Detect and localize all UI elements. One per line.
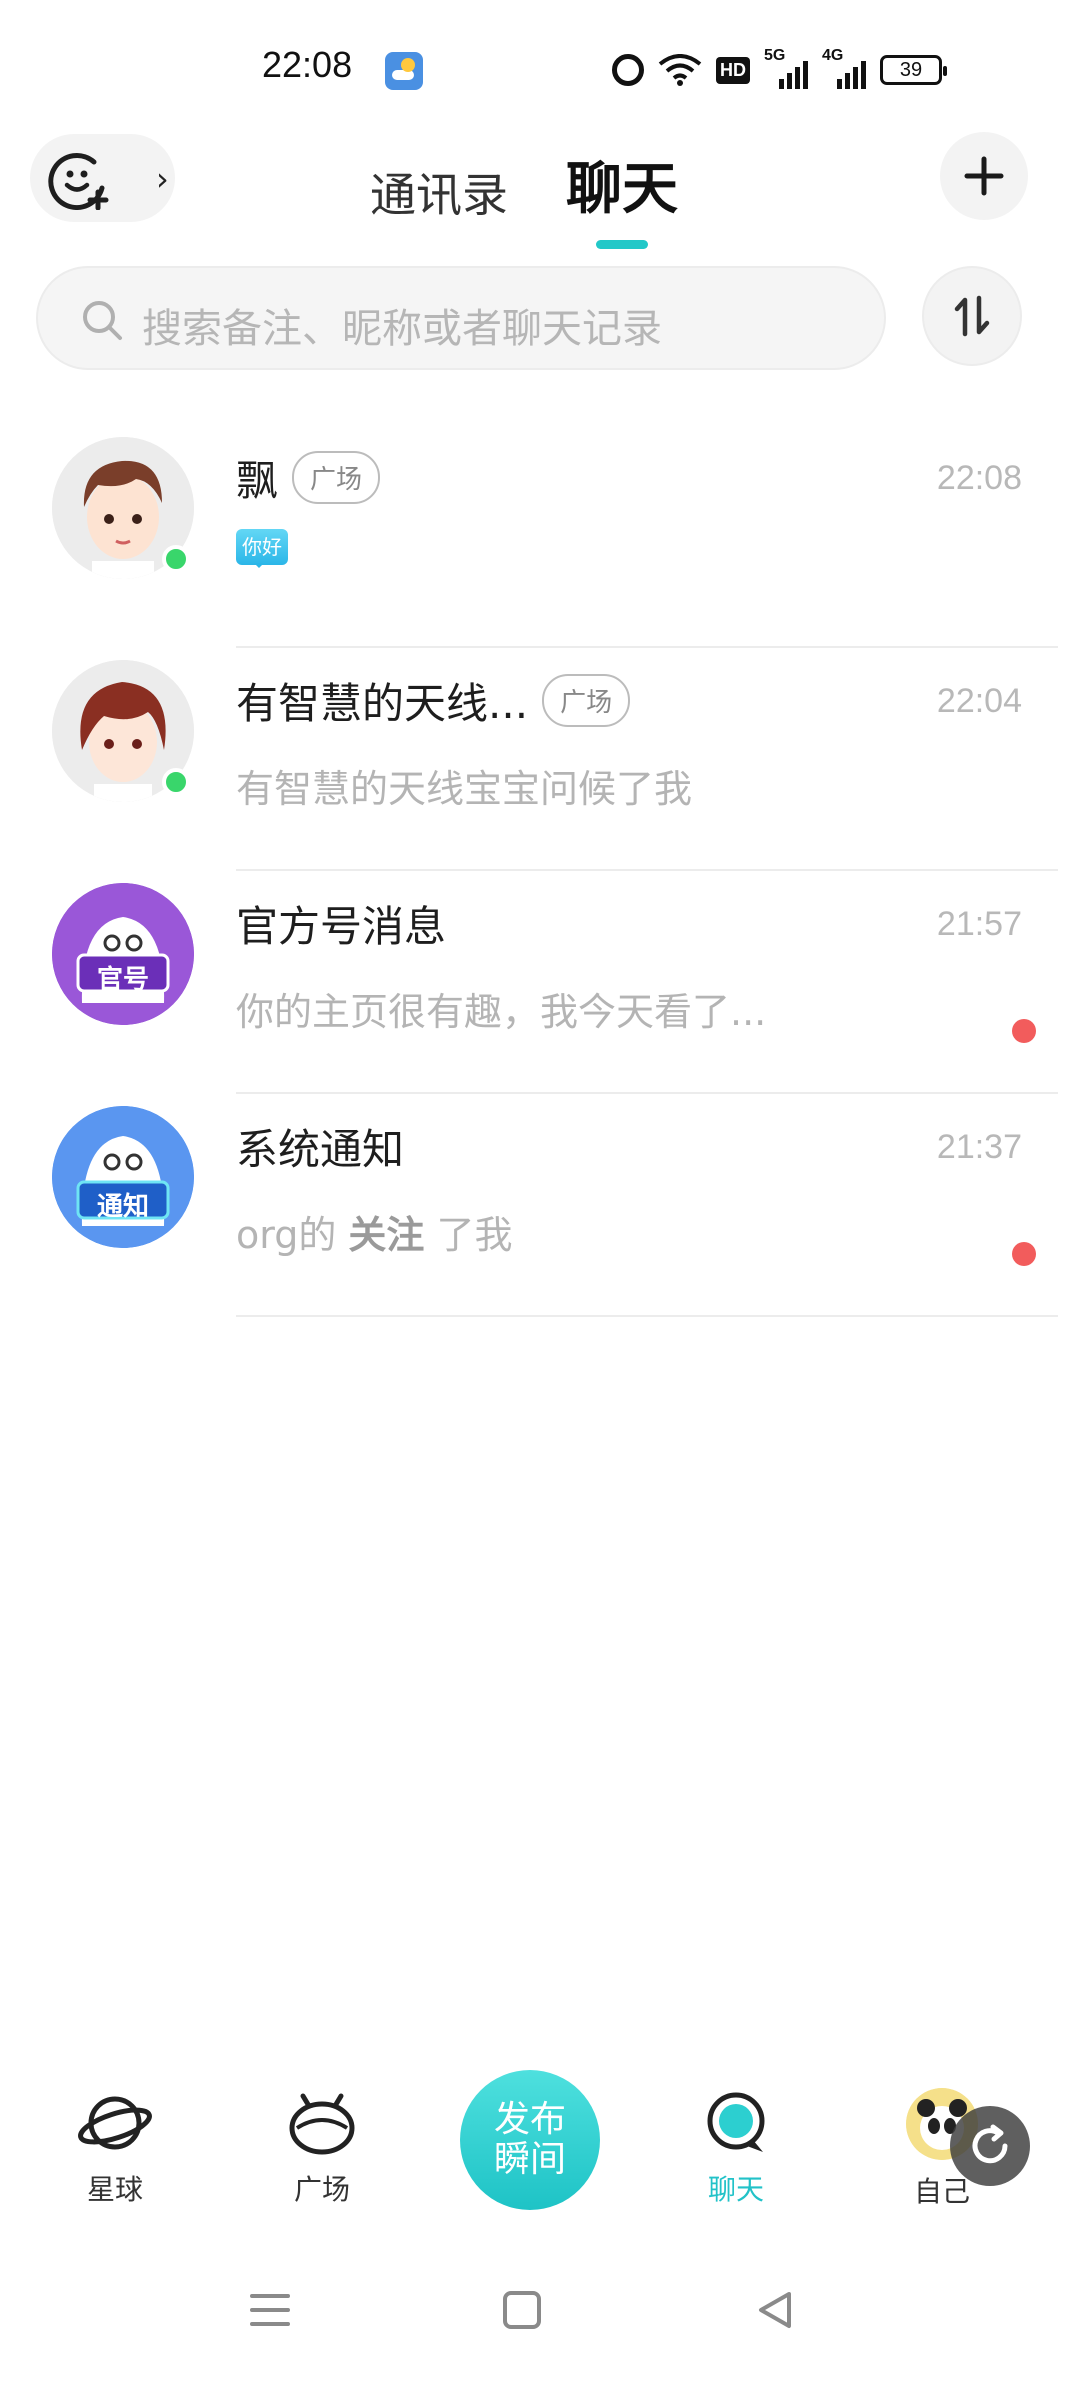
chat-list: 飘 广场 22:08 你好 有智慧的天线... 广场 22:04 有智慧的天线宝… xyxy=(0,425,1080,1317)
wifi-icon xyxy=(658,54,702,86)
square-icon xyxy=(289,2093,355,2155)
publish-label-line1: 发布 xyxy=(493,2099,566,2140)
hd-badge: HD xyxy=(716,56,750,84)
chat-time: 22:04 xyxy=(936,682,1022,720)
smiley-plus-icon xyxy=(48,153,109,210)
weather-icon xyxy=(385,52,423,90)
source-tag: 广场 xyxy=(292,451,381,504)
chat-preview: 你的主页很有趣，我今天看了... xyxy=(236,990,767,1034)
nav-planet[interactable]: 星球 xyxy=(45,2088,185,2208)
sort-button[interactable] xyxy=(922,266,1022,366)
status-time: 22:08 xyxy=(262,44,353,85)
status-bar: 22:08 HD 5G 4G 39 xyxy=(0,0,1080,110)
battery-icon: 39 xyxy=(880,55,947,85)
system-nav-bar xyxy=(0,2240,1080,2400)
chat-name: 飘 xyxy=(236,456,279,505)
unread-indicator xyxy=(1012,1242,1036,1266)
alarm-icon xyxy=(612,54,644,86)
chat-name: 官方号消息 xyxy=(236,902,447,951)
source-tag: 广场 xyxy=(542,674,631,727)
chat-preview: org的 关注 了我 xyxy=(236,1204,513,1259)
online-indicator xyxy=(162,545,190,573)
search-placeholder: 搜索备注、昵称或者聊天记录 xyxy=(142,306,662,352)
preview-suffix: 了我 xyxy=(424,1213,513,1257)
header-tabs: 通讯录 聊天 xyxy=(370,144,678,225)
chat-name: 系统通知 xyxy=(236,1125,405,1174)
tab-contacts[interactable]: 通讯录 xyxy=(370,159,508,225)
chat-item-official[interactable]: 官号 官方号消息 21:57 你的主页很有趣，我今天看了... xyxy=(0,871,1080,1094)
nav-chat[interactable]: 聊天 xyxy=(666,2088,806,2208)
menu-icon[interactable] xyxy=(240,2280,300,2340)
chat-time: 21:37 xyxy=(936,1128,1022,1166)
back-icon[interactable] xyxy=(745,2280,805,2340)
avatar: 官号 xyxy=(52,883,194,1025)
divider xyxy=(236,1315,1058,1317)
planet-icon xyxy=(78,2096,152,2150)
nav-label: 广场 xyxy=(293,2173,350,2206)
signal-5g-icon: 5G xyxy=(764,47,808,89)
chevron-right-icon: › xyxy=(156,160,169,198)
unread-indicator xyxy=(1012,1019,1036,1043)
refresh-button[interactable] xyxy=(950,2106,1030,2186)
status-icons: HD 5G 4G 39 xyxy=(612,47,947,92)
chat-bubble-icon xyxy=(707,2092,765,2152)
chat-item-piao[interactable]: 飘 广场 22:08 你好 xyxy=(0,425,1080,648)
header: › 通讯录 聊天 xyxy=(0,120,1080,240)
plus-icon xyxy=(964,156,1004,196)
hello-sticker: 你好 xyxy=(236,529,288,568)
add-friend-button[interactable]: › xyxy=(30,134,175,222)
publish-moment-button[interactable]: 发布 瞬间 xyxy=(460,2070,600,2210)
chat-time: 21:57 xyxy=(936,905,1022,943)
nav-square[interactable]: 广场 xyxy=(252,2088,392,2208)
avatar: 通知 xyxy=(52,1106,194,1248)
search-input[interactable]: 搜索备注、昵称或者聊天记录 xyxy=(36,266,886,370)
chat-item-system[interactable]: 通知 系统通知 21:37 org的 关注 了我 xyxy=(0,1094,1080,1317)
online-indicator xyxy=(162,768,190,796)
avatar-badge-text: 通知 xyxy=(96,1192,149,1222)
nav-label: 星球 xyxy=(86,2173,143,2206)
preview-bold: 关注 xyxy=(348,1213,425,1257)
refresh-icon xyxy=(972,2124,1008,2164)
sort-arrows-icon xyxy=(954,295,990,337)
nav-label: 聊天 xyxy=(707,2173,764,2206)
chat-preview: 有智慧的天线宝宝问候了我 xyxy=(236,767,693,811)
bottom-nav: 星球 广场 发布 瞬间 聊天 自己 xyxy=(0,2060,1080,2230)
home-icon[interactable] xyxy=(492,2280,552,2340)
preview-prefix: org的 xyxy=(236,1213,349,1257)
avatar-badge-text: 官号 xyxy=(96,965,149,995)
add-button[interactable] xyxy=(940,132,1028,220)
publish-label-line2: 瞬间 xyxy=(493,2139,566,2180)
tab-chat[interactable]: 聊天 xyxy=(566,144,678,225)
chat-item-antenna[interactable]: 有智慧的天线... 广场 22:04 有智慧的天线宝宝问候了我 xyxy=(0,648,1080,871)
search-icon xyxy=(83,301,122,340)
signal-4g-icon: 4G xyxy=(822,47,866,89)
chat-time: 22:08 xyxy=(936,459,1022,497)
chat-name: 有智慧的天线... xyxy=(236,679,529,728)
